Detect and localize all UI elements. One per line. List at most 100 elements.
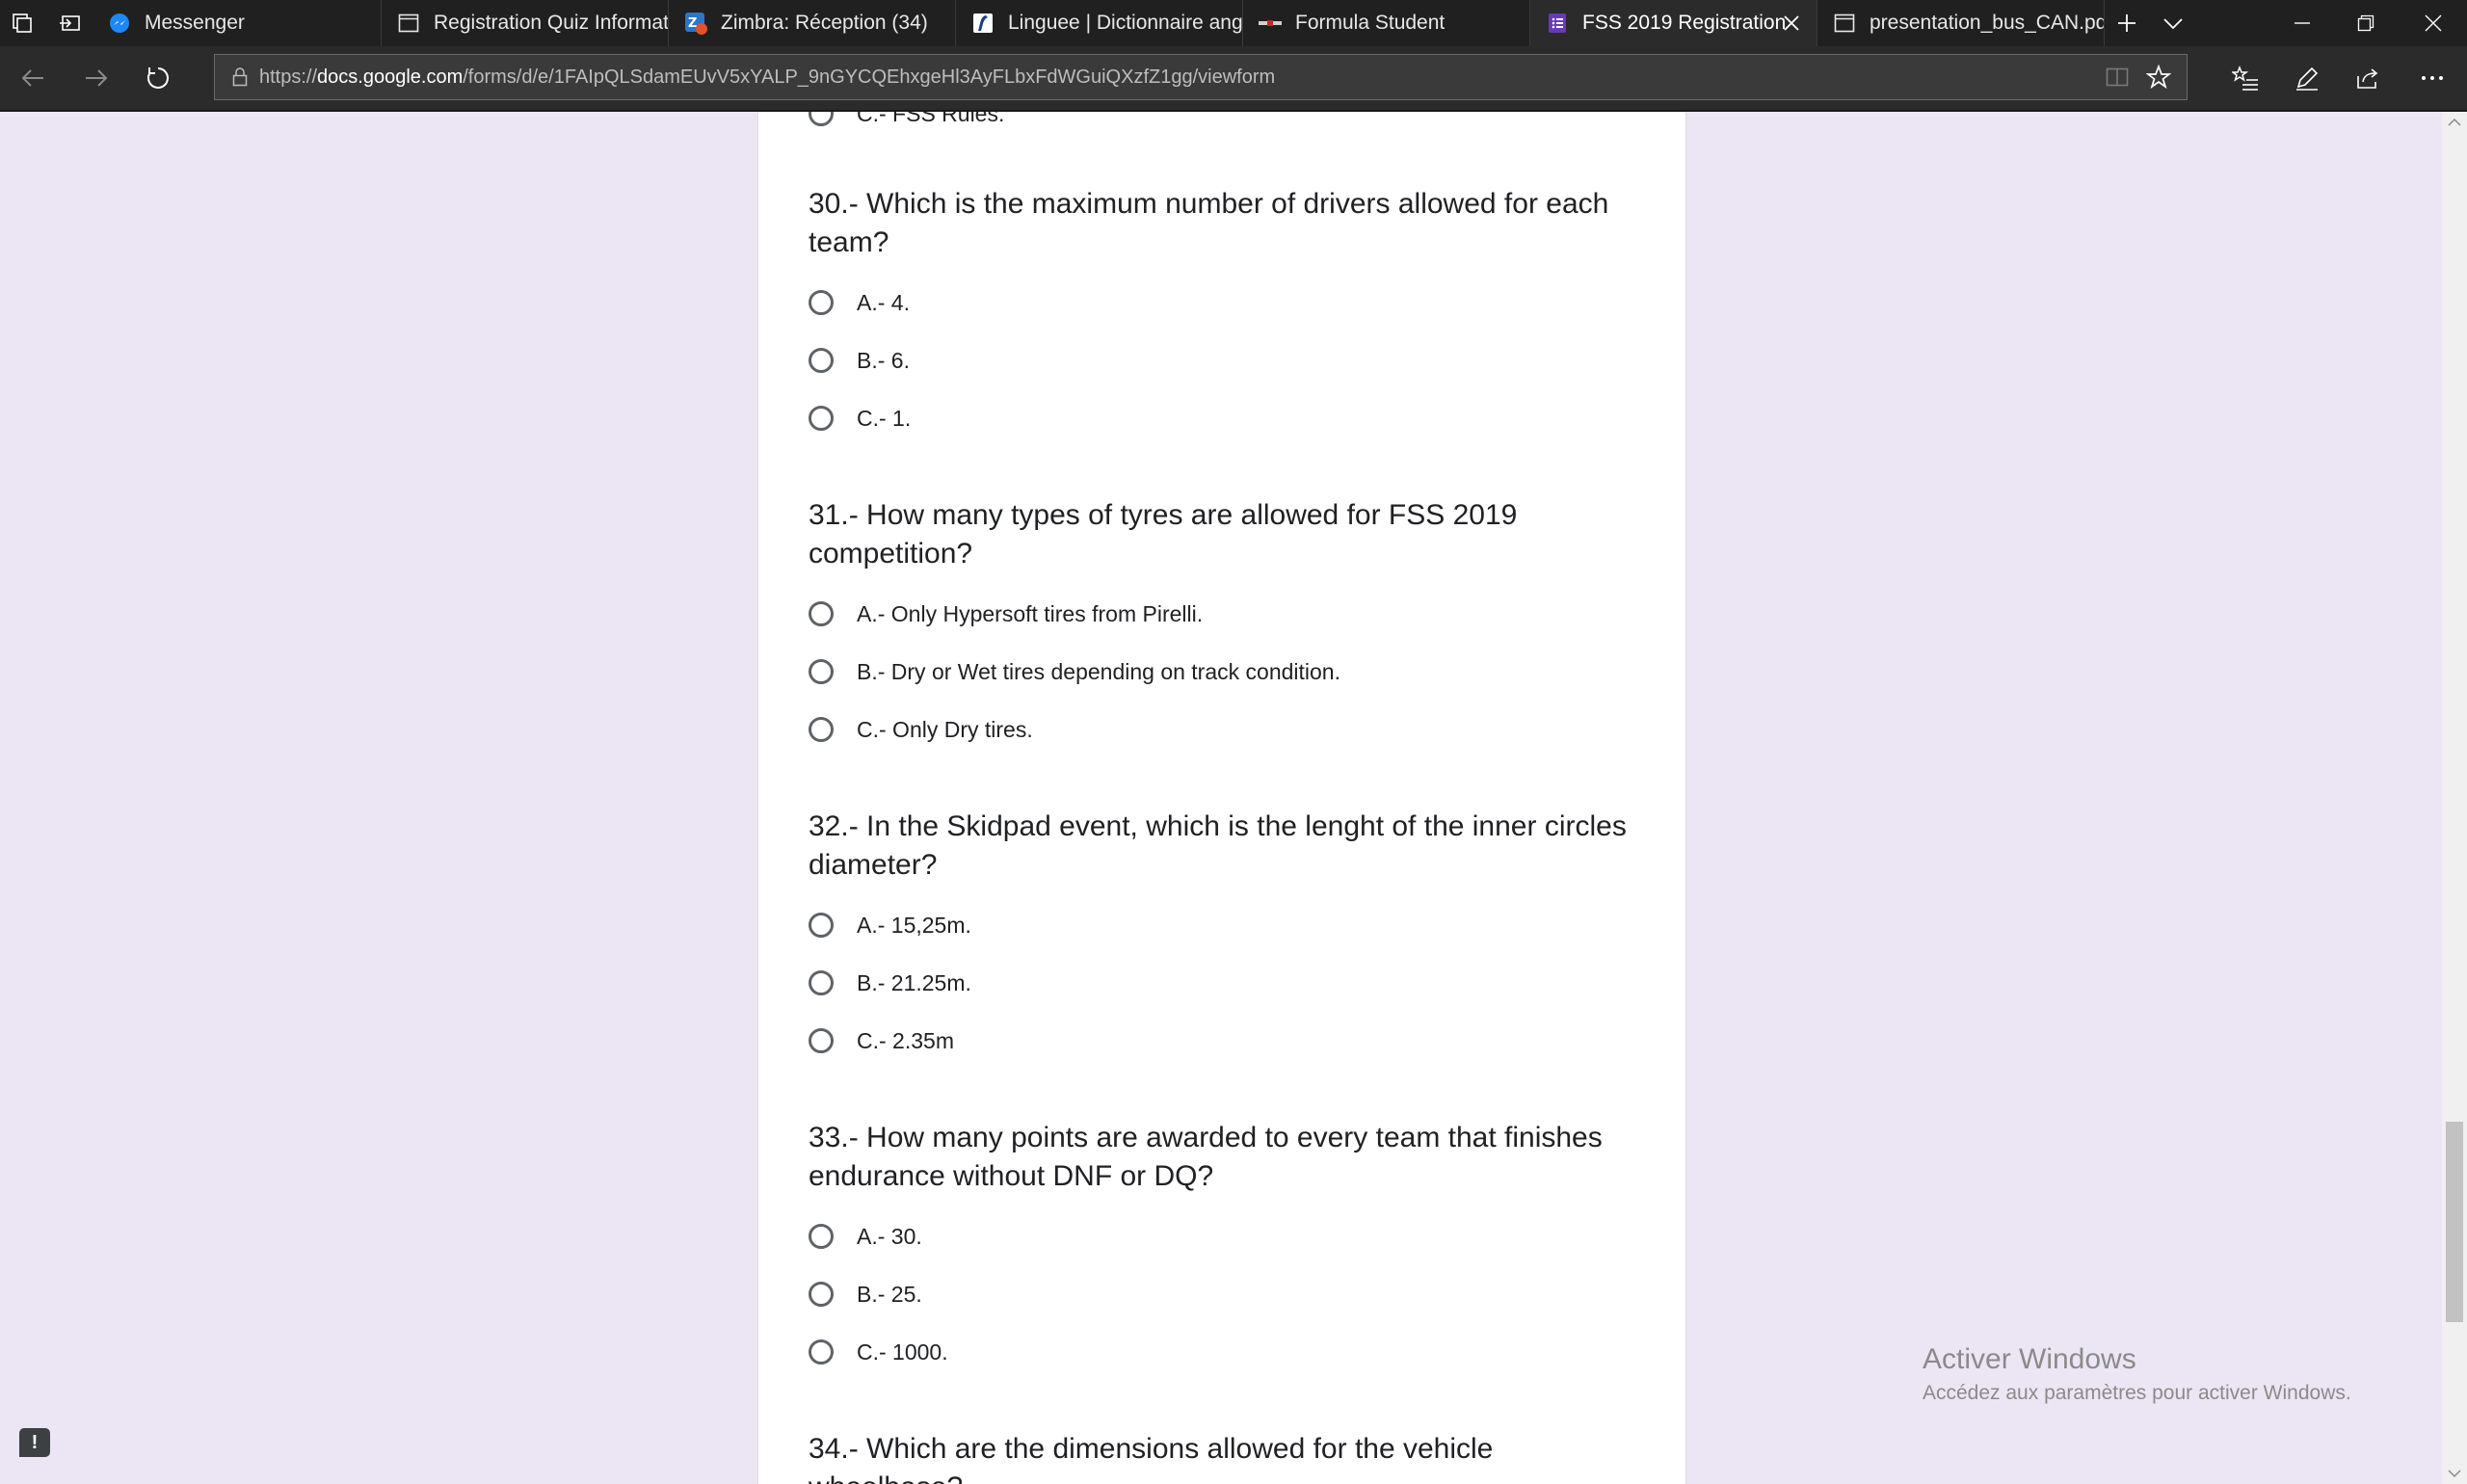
radio-button[interactable] <box>809 1339 834 1365</box>
option-label: B.- 21.25m. <box>857 969 971 995</box>
radio-option[interactable]: C.- 2.35m <box>809 1012 1637 1070</box>
scrollbar-thumb[interactable] <box>2446 1122 2463 1322</box>
radio-option[interactable]: B.- 25. <box>809 1265 1637 1323</box>
close-tab-icon[interactable] <box>1780 12 1803 35</box>
tab-label: Registration Quiz Informati <box>434 12 668 34</box>
option-label: B.- Dry or Wet tires depending on track … <box>857 658 1340 684</box>
minimize-icon[interactable] <box>2278 0 2326 46</box>
address-bar[interactable]: https://docs.google.com/forms/d/e/1FAIpQ… <box>214 54 2188 100</box>
set-tabs-aside-icon[interactable] <box>50 0 91 46</box>
page-icon <box>1833 12 1856 35</box>
question-title: 31.- How many types of tyres are allowed… <box>809 499 1518 570</box>
tab-presentation-pdf[interactable]: presentation_bus_CAN.pdf <box>1817 0 2105 46</box>
tab-label: Linguee | Dictionnaire angl <box>1008 12 1242 34</box>
radio-option[interactable]: A.- 15,25m. <box>809 896 1637 954</box>
tab-label: Zimbra: Réception (34) <box>721 12 928 34</box>
reading-view-icon[interactable] <box>2106 66 2129 88</box>
favorite-star-icon[interactable] <box>2146 65 2171 90</box>
radio-button[interactable] <box>809 1224 834 1249</box>
question-32: 32.- In the Skidpad event, which is the … <box>809 808 1637 1070</box>
url-prefix: https:// <box>259 66 318 88</box>
radio-option[interactable]: C.- FSS Rules. <box>809 112 1637 143</box>
pen-notes-icon[interactable] <box>2278 46 2336 110</box>
radio-option[interactable]: B.- 21.25m. <box>809 954 1637 1012</box>
browser-tab-bar: Messenger Registration Quiz Informati Z … <box>0 0 2467 46</box>
radio-option[interactable]: A.- Only Hypersoft tires from Pirelli. <box>809 585 1637 643</box>
chevron-down-icon[interactable] <box>2153 0 2193 46</box>
page-content: C.- FSS Rules. 30.- Which is the maximum… <box>0 112 2442 1484</box>
radio-option[interactable]: C.- 1. <box>809 389 1637 447</box>
radio-option[interactable]: A.- 30. <box>809 1207 1637 1265</box>
radio-button[interactable] <box>809 1282 834 1307</box>
scroll-up-icon[interactable] <box>2448 118 2461 127</box>
messenger-icon <box>108 12 131 35</box>
restore-icon[interactable] <box>2342 0 2390 46</box>
question-34: 34.- Which are the dimensions allowed fo… <box>809 1430 1637 1484</box>
radio-button[interactable] <box>809 717 834 742</box>
tab-fss-registration[interactable]: FSS 2019 Registration F <box>1530 0 1817 46</box>
radio-button[interactable] <box>809 601 834 626</box>
tab-registration-quiz[interactable]: Registration Quiz Informati <box>382 0 669 46</box>
radio-button[interactable] <box>809 913 834 938</box>
radio-button[interactable] <box>809 112 834 126</box>
close-window-icon[interactable] <box>2409 0 2457 46</box>
option-label: C.- FSS Rules. <box>857 112 1005 126</box>
new-tab-icon[interactable] <box>2107 0 2147 46</box>
watermark-subtitle: Accédez aux paramètres pour activer Wind… <box>1923 1382 2351 1404</box>
radio-button[interactable] <box>809 970 834 995</box>
radio-option[interactable]: C.- Only Dry tires. <box>809 701 1637 758</box>
radio-option[interactable]: A.- 4. <box>809 274 1637 331</box>
forward-arrow-icon[interactable] <box>67 46 125 110</box>
favorites-list-icon[interactable] <box>2216 46 2274 110</box>
linguee-icon <box>971 12 995 35</box>
tab-label: presentation_bus_CAN.pdf <box>1870 12 2104 34</box>
radio-button[interactable] <box>809 406 834 431</box>
radio-button[interactable] <box>809 290 834 315</box>
google-forms-icon <box>1546 12 1569 35</box>
url-text: https://docs.google.com/forms/d/e/1FAIpQ… <box>259 66 1275 89</box>
radio-button[interactable] <box>809 348 834 373</box>
browser-nav-bar: https://docs.google.com/forms/d/e/1FAIpQ… <box>0 46 2467 112</box>
tab-label: Messenger <box>145 12 245 34</box>
radio-button[interactable] <box>809 1028 834 1053</box>
tab-zimbra[interactable]: Z Zimbra: Réception (34) <box>669 0 956 46</box>
scroll-down-icon[interactable] <box>2448 1469 2461 1478</box>
formula-student-icon <box>1259 12 1282 35</box>
radio-option[interactable]: B.- 6. <box>809 331 1637 389</box>
lock-icon <box>232 67 248 87</box>
option-label: A.- 4. <box>857 289 910 315</box>
refresh-icon[interactable] <box>129 46 187 110</box>
windows-activation-watermark: Activer Windows Accédez aux paramètres p… <box>1923 1343 2351 1405</box>
form-card: C.- FSS Rules. 30.- Which is the maximum… <box>757 112 1686 1484</box>
option-label: C.- 1000. <box>857 1338 948 1365</box>
question-title: 33.- How many points are awarded to ever… <box>809 1122 1603 1192</box>
option-label: A.- Only Hypersoft tires from Pirelli. <box>857 600 1204 626</box>
option-label: C.- 1. <box>857 405 912 431</box>
option-label: A.- 30. <box>857 1223 922 1249</box>
question-33: 33.- How many points are awarded to ever… <box>809 1119 1637 1381</box>
url-path: /forms/d/e/1FAIpQLSdamEUvV5xYALP_9nGYCQE… <box>463 66 1276 88</box>
share-icon[interactable] <box>2340 46 2398 110</box>
watermark-title: Activer Windows <box>1923 1343 2136 1375</box>
radio-option[interactable]: B.- Dry or Wet tires depending on track … <box>809 643 1637 701</box>
tab-actions-icon[interactable] <box>2 0 42 46</box>
url-host: docs.google.com <box>317 66 464 88</box>
option-label: B.- 6. <box>857 347 910 373</box>
tab-linguee[interactable]: Linguee | Dictionnaire angl <box>956 0 1243 46</box>
tab-messenger[interactable]: Messenger <box>93 0 382 46</box>
page-scrollbar[interactable] <box>2442 112 2467 1484</box>
feedback-icon: ! <box>31 1432 39 1453</box>
tab-formula-student[interactable]: Formula Student <box>1243 0 1530 46</box>
more-options-icon[interactable] <box>2403 46 2461 110</box>
tab-label: FSS 2019 Registration F <box>1582 12 1785 34</box>
option-label: B.- 25. <box>857 1281 922 1307</box>
previous-question-fragment: C.- FSS Rules. <box>809 112 1637 143</box>
back-arrow-icon[interactable] <box>4 46 62 110</box>
feedback-button[interactable]: ! <box>19 1428 50 1457</box>
option-label: A.- 15,25m. <box>857 912 971 938</box>
option-label: C.- Only Dry tires. <box>857 716 1033 742</box>
radio-option[interactable]: C.- 1000. <box>809 1323 1637 1381</box>
option-label: C.- 2.35m <box>857 1027 954 1053</box>
page-icon <box>397 12 420 35</box>
radio-button[interactable] <box>809 659 834 684</box>
